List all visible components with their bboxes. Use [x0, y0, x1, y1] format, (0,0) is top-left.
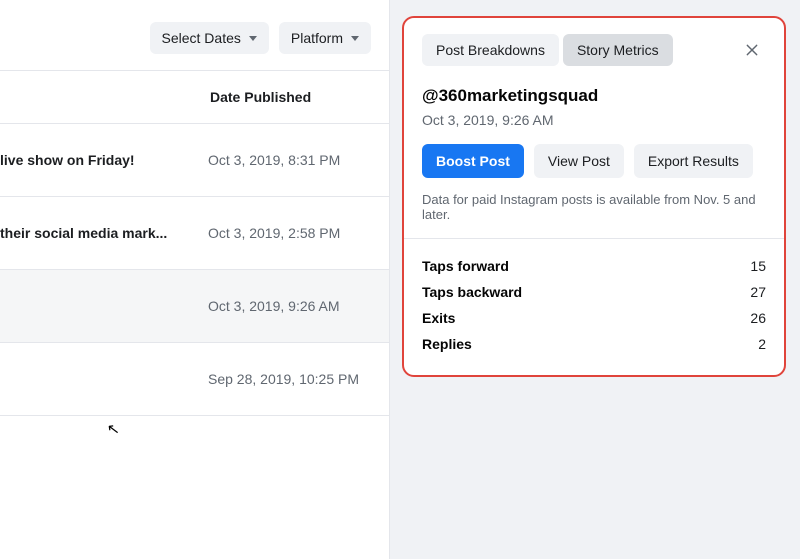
filter-bar: Select Dates Platform: [0, 0, 389, 71]
platform-button[interactable]: Platform: [279, 22, 371, 54]
tabs: Post Breakdowns Story Metrics: [422, 34, 766, 66]
post-title: live show on Friday!: [0, 152, 208, 168]
metric-row: Taps forward 15: [422, 253, 766, 279]
view-post-button[interactable]: View Post: [534, 144, 624, 178]
details-side-panel: Post Breakdowns Story Metrics @360market…: [390, 0, 800, 559]
data-availability-note: Data for paid Instagram posts is availab…: [422, 192, 766, 222]
post-date: Sep 28, 2019, 10:25 PM: [208, 371, 359, 387]
date-published-header: Date Published: [210, 89, 311, 105]
metric-value: 27: [750, 284, 766, 300]
platform-label: Platform: [291, 30, 343, 46]
tab-story-metrics[interactable]: Story Metrics: [563, 34, 673, 66]
chevron-down-icon: [249, 36, 257, 41]
select-dates-label: Select Dates: [162, 30, 241, 46]
tab-post-breakdowns[interactable]: Post Breakdowns: [422, 34, 559, 66]
action-buttons: Boost Post View Post Export Results: [422, 144, 766, 178]
metric-value: 2: [758, 336, 766, 352]
post-published-date: Oct 3, 2019, 9:26 AM: [422, 112, 766, 128]
account-handle: @360marketingsquad: [422, 86, 766, 106]
metric-row: Taps backward 27: [422, 279, 766, 305]
table-row[interactable]: their social media mark... Oct 3, 2019, …: [0, 197, 389, 270]
metric-label: Replies: [422, 336, 472, 352]
metrics-list: Taps forward 15 Taps backward 27 Exits 2…: [422, 253, 766, 357]
story-metrics-panel: Post Breakdowns Story Metrics @360market…: [402, 16, 786, 377]
export-results-button[interactable]: Export Results: [634, 144, 753, 178]
select-dates-button[interactable]: Select Dates: [150, 22, 269, 54]
table-row[interactable]: live show on Friday! Oct 3, 2019, 8:31 P…: [0, 124, 389, 197]
metric-label: Taps forward: [422, 258, 509, 274]
metric-row: Exits 26: [422, 305, 766, 331]
close-icon[interactable]: [738, 36, 766, 64]
divider: [404, 238, 784, 239]
table-row[interactable]: Oct 3, 2019, 9:26 AM: [0, 270, 389, 343]
metric-row: Replies 2: [422, 331, 766, 357]
metric-value: 15: [750, 258, 766, 274]
post-title: their social media mark...: [0, 225, 208, 241]
column-header-row: Date Published: [0, 71, 389, 124]
post-date: Oct 3, 2019, 2:58 PM: [208, 225, 340, 241]
table-row[interactable]: Sep 28, 2019, 10:25 PM: [0, 343, 389, 416]
metric-value: 26: [750, 310, 766, 326]
metric-label: Taps backward: [422, 284, 522, 300]
post-date: Oct 3, 2019, 9:26 AM: [208, 298, 340, 314]
posts-list-panel: Select Dates Platform Date Published liv…: [0, 0, 390, 559]
boost-post-button[interactable]: Boost Post: [422, 144, 524, 178]
metric-label: Exits: [422, 310, 455, 326]
chevron-down-icon: [351, 36, 359, 41]
post-date: Oct 3, 2019, 8:31 PM: [208, 152, 340, 168]
